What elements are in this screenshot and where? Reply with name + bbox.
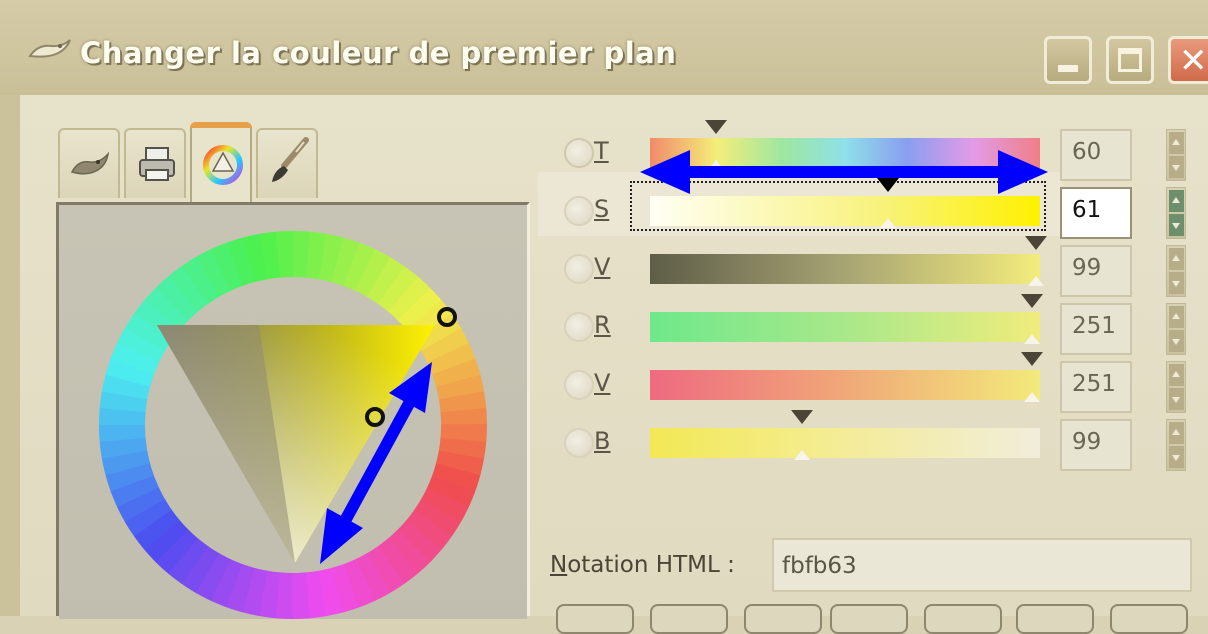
channel-label: V — [594, 369, 611, 397]
history-swatch-button[interactable] — [1110, 604, 1188, 634]
green-value-field[interactable]: 251 — [1060, 361, 1132, 413]
spin-up-icon[interactable] — [1169, 132, 1184, 154]
red-value-field[interactable]: 251 — [1060, 303, 1132, 355]
history-swatch-button[interactable] — [1016, 604, 1094, 634]
maximize-button[interactable] — [1106, 36, 1154, 84]
channel-label: B — [594, 427, 611, 455]
spin-up-icon[interactable] — [1169, 422, 1184, 444]
hue-value-field[interactable]: 60 — [1060, 129, 1132, 181]
history-swatch-button[interactable] — [924, 604, 1002, 634]
saturation-slider[interactable] — [650, 196, 1040, 226]
mnemonic-letter: N — [550, 552, 568, 578]
html-notation-label: Notation HTML : — [550, 552, 735, 578]
tab-watercolor-selector[interactable] — [256, 128, 318, 198]
html-notation-input[interactable]: fbfb63 — [772, 538, 1192, 592]
history-swatch-button[interactable] — [556, 604, 634, 634]
color-dialog-window: Changer la couleur de premier plan ✕ T 6… — [0, 0, 1208, 634]
slider-handle-icon[interactable] — [1021, 352, 1044, 366]
channel-label: S — [594, 195, 610, 223]
wilber-icon — [28, 39, 71, 58]
value-spin-buttons[interactable] — [1166, 245, 1186, 297]
spin-down-icon[interactable] — [1169, 272, 1184, 294]
slider-handle-icon[interactable] — [705, 120, 728, 134]
channel-row-blue: B 99 — [558, 410, 1188, 472]
saturation-spin-buttons[interactable] — [1166, 187, 1186, 239]
maximize-icon — [1118, 48, 1142, 72]
color-wheel-panel — [56, 202, 530, 619]
spin-up-icon[interactable] — [1169, 306, 1184, 328]
slider-handle-base-icon — [794, 450, 811, 460]
spin-down-icon[interactable] — [1169, 446, 1184, 468]
slider-handle-icon[interactable] — [791, 410, 814, 424]
history-swatch-button[interactable] — [830, 604, 908, 634]
wilber-icon — [70, 151, 110, 175]
close-button[interactable]: ✕ — [1168, 36, 1208, 84]
blue-spin-buttons[interactable] — [1166, 419, 1186, 471]
minimize-button[interactable] — [1044, 36, 1092, 84]
channel-label: V — [594, 253, 611, 281]
slider-handle-icon[interactable] — [1025, 236, 1048, 250]
color-triangle-icon — [203, 145, 243, 185]
tab-wheel-selector[interactable] — [190, 122, 252, 202]
slider-handle-icon[interactable] — [876, 178, 899, 192]
green-spin-buttons[interactable] — [1166, 361, 1186, 413]
blue-value-field[interactable]: 99 — [1060, 419, 1132, 471]
hue-spin-buttons[interactable] — [1166, 129, 1186, 181]
spin-down-icon[interactable] — [1169, 388, 1184, 410]
window-title: Changer la couleur de premier plan — [80, 36, 677, 70]
spin-up-icon[interactable] — [1169, 190, 1184, 212]
slider-handle-base-icon — [879, 218, 896, 228]
radio-value[interactable] — [564, 254, 594, 284]
radio-blue[interactable] — [564, 428, 594, 458]
channel-row-saturation: S 61 — [558, 178, 1188, 240]
radio-hue[interactable] — [564, 138, 594, 168]
label-text: otation HTML : — [567, 552, 735, 578]
channel-row-green: V 251 — [558, 352, 1188, 414]
hsv-color-wheel[interactable] — [59, 205, 527, 619]
tab-gimp-selector[interactable] — [58, 128, 120, 198]
radio-green[interactable] — [564, 370, 594, 400]
spin-down-icon[interactable] — [1169, 330, 1184, 352]
minimize-icon — [1058, 65, 1078, 72]
tab-cmyk-selector[interactable] — [124, 128, 186, 198]
slider-handle-base-icon — [1024, 392, 1041, 402]
channel-label: R — [594, 311, 611, 339]
brush-icon — [272, 137, 309, 182]
channel-row-value: V 99 — [558, 236, 1188, 298]
history-swatch-button[interactable] — [744, 604, 822, 634]
spin-down-icon[interactable] — [1169, 214, 1184, 236]
value-value-field[interactable]: 99 — [1060, 245, 1132, 297]
slider-handle-base-icon — [1024, 334, 1041, 344]
value-slider[interactable] — [650, 254, 1040, 284]
spin-up-icon[interactable] — [1169, 364, 1184, 386]
radio-red[interactable] — [564, 312, 594, 342]
channel-row-hue: T 60 — [558, 120, 1188, 182]
saturation-value-field[interactable]: 61 — [1060, 187, 1132, 239]
red-spin-buttons[interactable] — [1166, 303, 1186, 355]
slider-handle-icon[interactable] — [1021, 294, 1044, 308]
spin-down-icon[interactable] — [1169, 156, 1184, 178]
blue-slider[interactable] — [650, 428, 1040, 458]
history-swatch-button[interactable] — [650, 604, 728, 634]
printer-icon — [139, 147, 175, 181]
red-slider[interactable] — [650, 312, 1040, 342]
green-slider[interactable] — [650, 370, 1040, 400]
close-icon: ✕ — [1179, 41, 1208, 81]
title-bar[interactable]: Changer la couleur de premier plan ✕ — [0, 0, 1208, 95]
channel-label: T — [594, 137, 609, 165]
channel-row-red: R 251 — [558, 294, 1188, 356]
window-frame-left — [0, 95, 20, 616]
slider-handle-base-icon — [708, 160, 725, 170]
spin-up-icon[interactable] — [1169, 248, 1184, 270]
radio-saturation[interactable] — [564, 196, 594, 226]
slider-handle-base-icon — [1028, 276, 1045, 286]
